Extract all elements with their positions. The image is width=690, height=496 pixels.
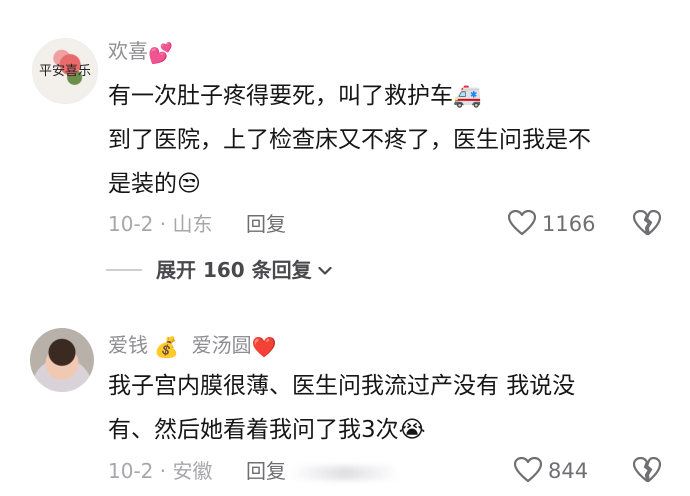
heart-emoji-icon: 💕 xyxy=(148,40,173,65)
expand-replies-label: 展开 160 条回复 xyxy=(156,258,312,282)
comment-text: 我子宫内膜很薄、医生问我流过产没有 我说没 有、然后她看着我问了我3次😭 xyxy=(108,364,575,452)
heart-icon[interactable] xyxy=(508,210,536,236)
comment-username[interactable]: 爱钱 💰 爱汤圆❤️ xyxy=(108,332,277,360)
comment-line: 有、然后她看着我问了我3次😭 xyxy=(108,417,426,443)
comment-line: 到了医院，上了检查床又不疼了，医生问我是不 xyxy=(108,127,591,153)
like-count: 1166 xyxy=(542,212,596,236)
username-text: 欢喜 xyxy=(108,39,148,63)
chevron-down-icon xyxy=(318,261,332,280)
username-suffix-text: 爱汤圆 xyxy=(191,333,252,357)
heart-icon[interactable] xyxy=(514,457,542,483)
comment-line: 我子宫内膜很薄、医生问我流过产没有 我说没 xyxy=(108,373,576,399)
comment-text: 有一次肚子疼得要死，叫了救护车🚑 到了医院，上了检查床又不疼了，医生问我是不 是… xyxy=(108,74,591,206)
comment-date-location: 10-2 · 山东 xyxy=(108,212,213,236)
comment-section: 平安喜乐 欢喜💕 有一次肚子疼得要死，叫了救护车🚑 到了医院，上了检查床又不疼了… xyxy=(0,0,690,496)
money-bag-emoji-icon: 💰 xyxy=(154,334,180,359)
comment-date-location: 10-2 · 安徽 xyxy=(108,459,213,483)
divider-line xyxy=(106,269,142,271)
broken-heart-icon[interactable] xyxy=(633,210,661,236)
reply-button[interactable]: 回复 xyxy=(246,458,286,484)
reply-button[interactable]: 回复 xyxy=(246,211,286,237)
blurred-watermark xyxy=(290,466,400,480)
avatar-calligraphy: 平安喜乐 xyxy=(39,64,92,79)
username-text: 爱钱 xyxy=(108,333,148,357)
red-heart-emoji-icon: ❤️ xyxy=(251,334,277,359)
like-count: 844 xyxy=(548,459,589,483)
comment-line: 是装的😒 xyxy=(108,171,201,197)
expand-replies-button[interactable]: 展开 160 条回复 xyxy=(106,257,332,283)
comment-username[interactable]: 欢喜💕 xyxy=(108,38,173,66)
comment-line: 有一次肚子疼得要死，叫了救护车🚑 xyxy=(108,83,482,109)
avatar[interactable] xyxy=(30,328,94,392)
broken-heart-icon[interactable] xyxy=(633,457,661,483)
avatar[interactable]: 平安喜乐 xyxy=(32,38,98,104)
